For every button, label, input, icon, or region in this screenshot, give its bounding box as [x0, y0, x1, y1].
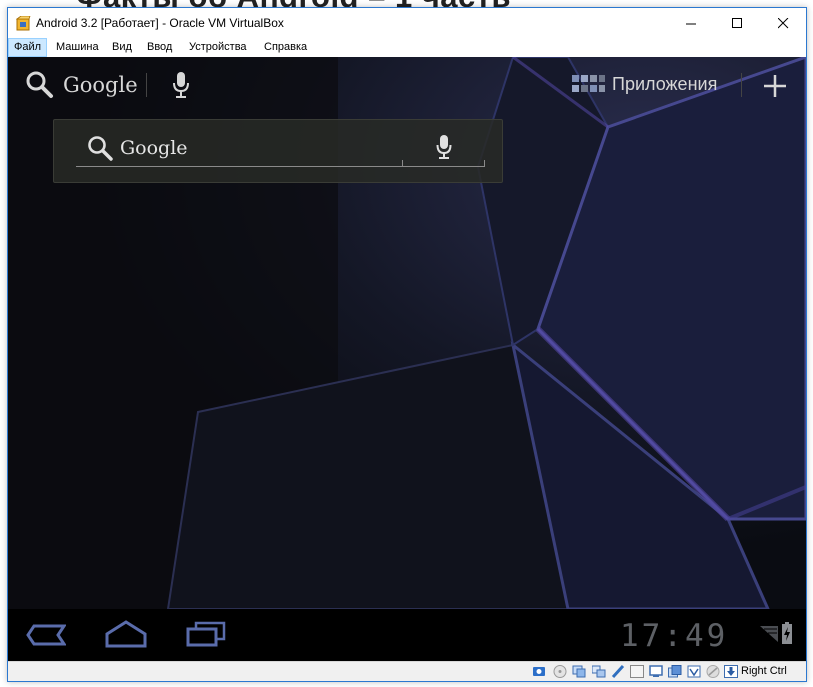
divider — [146, 73, 147, 97]
video-capture-icon[interactable] — [649, 665, 663, 678]
menu-machine[interactable]: Машина — [51, 38, 104, 57]
title-bar[interactable]: Android 3.2 [Работает] - Oracle VM Virtu… — [8, 8, 806, 38]
minimize-icon — [685, 23, 696, 24]
top-search-label[interactable]: Google — [63, 73, 138, 97]
cpu-icon[interactable] — [687, 665, 701, 678]
maximize-icon — [731, 17, 742, 28]
signal-icon — [760, 626, 778, 642]
menu-devices[interactable]: Устройства — [184, 38, 252, 57]
menu-help[interactable]: Справка — [259, 38, 312, 57]
host-key-label[interactable]: Right Ctrl — [741, 665, 787, 677]
usb-icon[interactable] — [572, 665, 586, 678]
divider — [484, 160, 485, 167]
hard-disk-icon[interactable] — [532, 665, 546, 678]
battery-icon — [782, 622, 792, 644]
back-icon[interactable] — [26, 624, 66, 646]
display-icon[interactable] — [630, 665, 644, 678]
recent-apps-icon[interactable] — [186, 621, 226, 647]
apps-grid-icon[interactable] — [572, 75, 605, 93]
optical-drive-icon[interactable] — [553, 665, 567, 678]
divider — [402, 160, 403, 167]
host-key-icon[interactable] — [724, 665, 738, 678]
google-search-widget[interactable]: Google — [53, 119, 503, 183]
mic-icon[interactable] — [172, 71, 190, 99]
menu-input[interactable]: Ввод — [142, 38, 177, 57]
menu-file[interactable]: Файл — [8, 38, 48, 57]
android-screen[interactable]: Google Приложения Google 17:49 — [8, 57, 806, 661]
status-bar: Right Ctrl — [8, 661, 806, 681]
search-icon[interactable] — [24, 69, 54, 99]
network-icon[interactable] — [592, 665, 606, 678]
search-field-underline — [76, 166, 484, 167]
virtualbox-icon — [16, 16, 31, 31]
minimize-button[interactable] — [668, 8, 714, 38]
settings-icon[interactable] — [706, 665, 720, 678]
android-nav-bar: 17:49 — [8, 609, 806, 661]
mic-icon[interactable] — [436, 134, 452, 160]
add-icon[interactable] — [764, 75, 786, 97]
mouse-integration-icon[interactable] — [668, 665, 682, 678]
android-clock[interactable]: 17:49 — [620, 618, 728, 654]
maximize-button[interactable] — [714, 8, 760, 38]
widget-search-label: Google — [120, 137, 188, 159]
menu-bar: Файл Машина Вид Ввод Устройства Справка — [8, 38, 806, 57]
divider — [741, 73, 742, 97]
menu-view[interactable]: Вид — [107, 38, 137, 57]
apps-label[interactable]: Приложения — [612, 74, 717, 95]
home-icon[interactable] — [105, 620, 147, 648]
virtualbox-window: Android 3.2 [Работает] - Oracle VM Virtu… — [7, 7, 807, 682]
window-title: Android 3.2 [Работает] - Oracle VM Virtu… — [36, 16, 284, 30]
shared-folders-icon[interactable] — [611, 665, 625, 678]
close-icon — [777, 17, 788, 28]
close-button[interactable] — [760, 8, 806, 38]
search-icon — [88, 136, 113, 161]
